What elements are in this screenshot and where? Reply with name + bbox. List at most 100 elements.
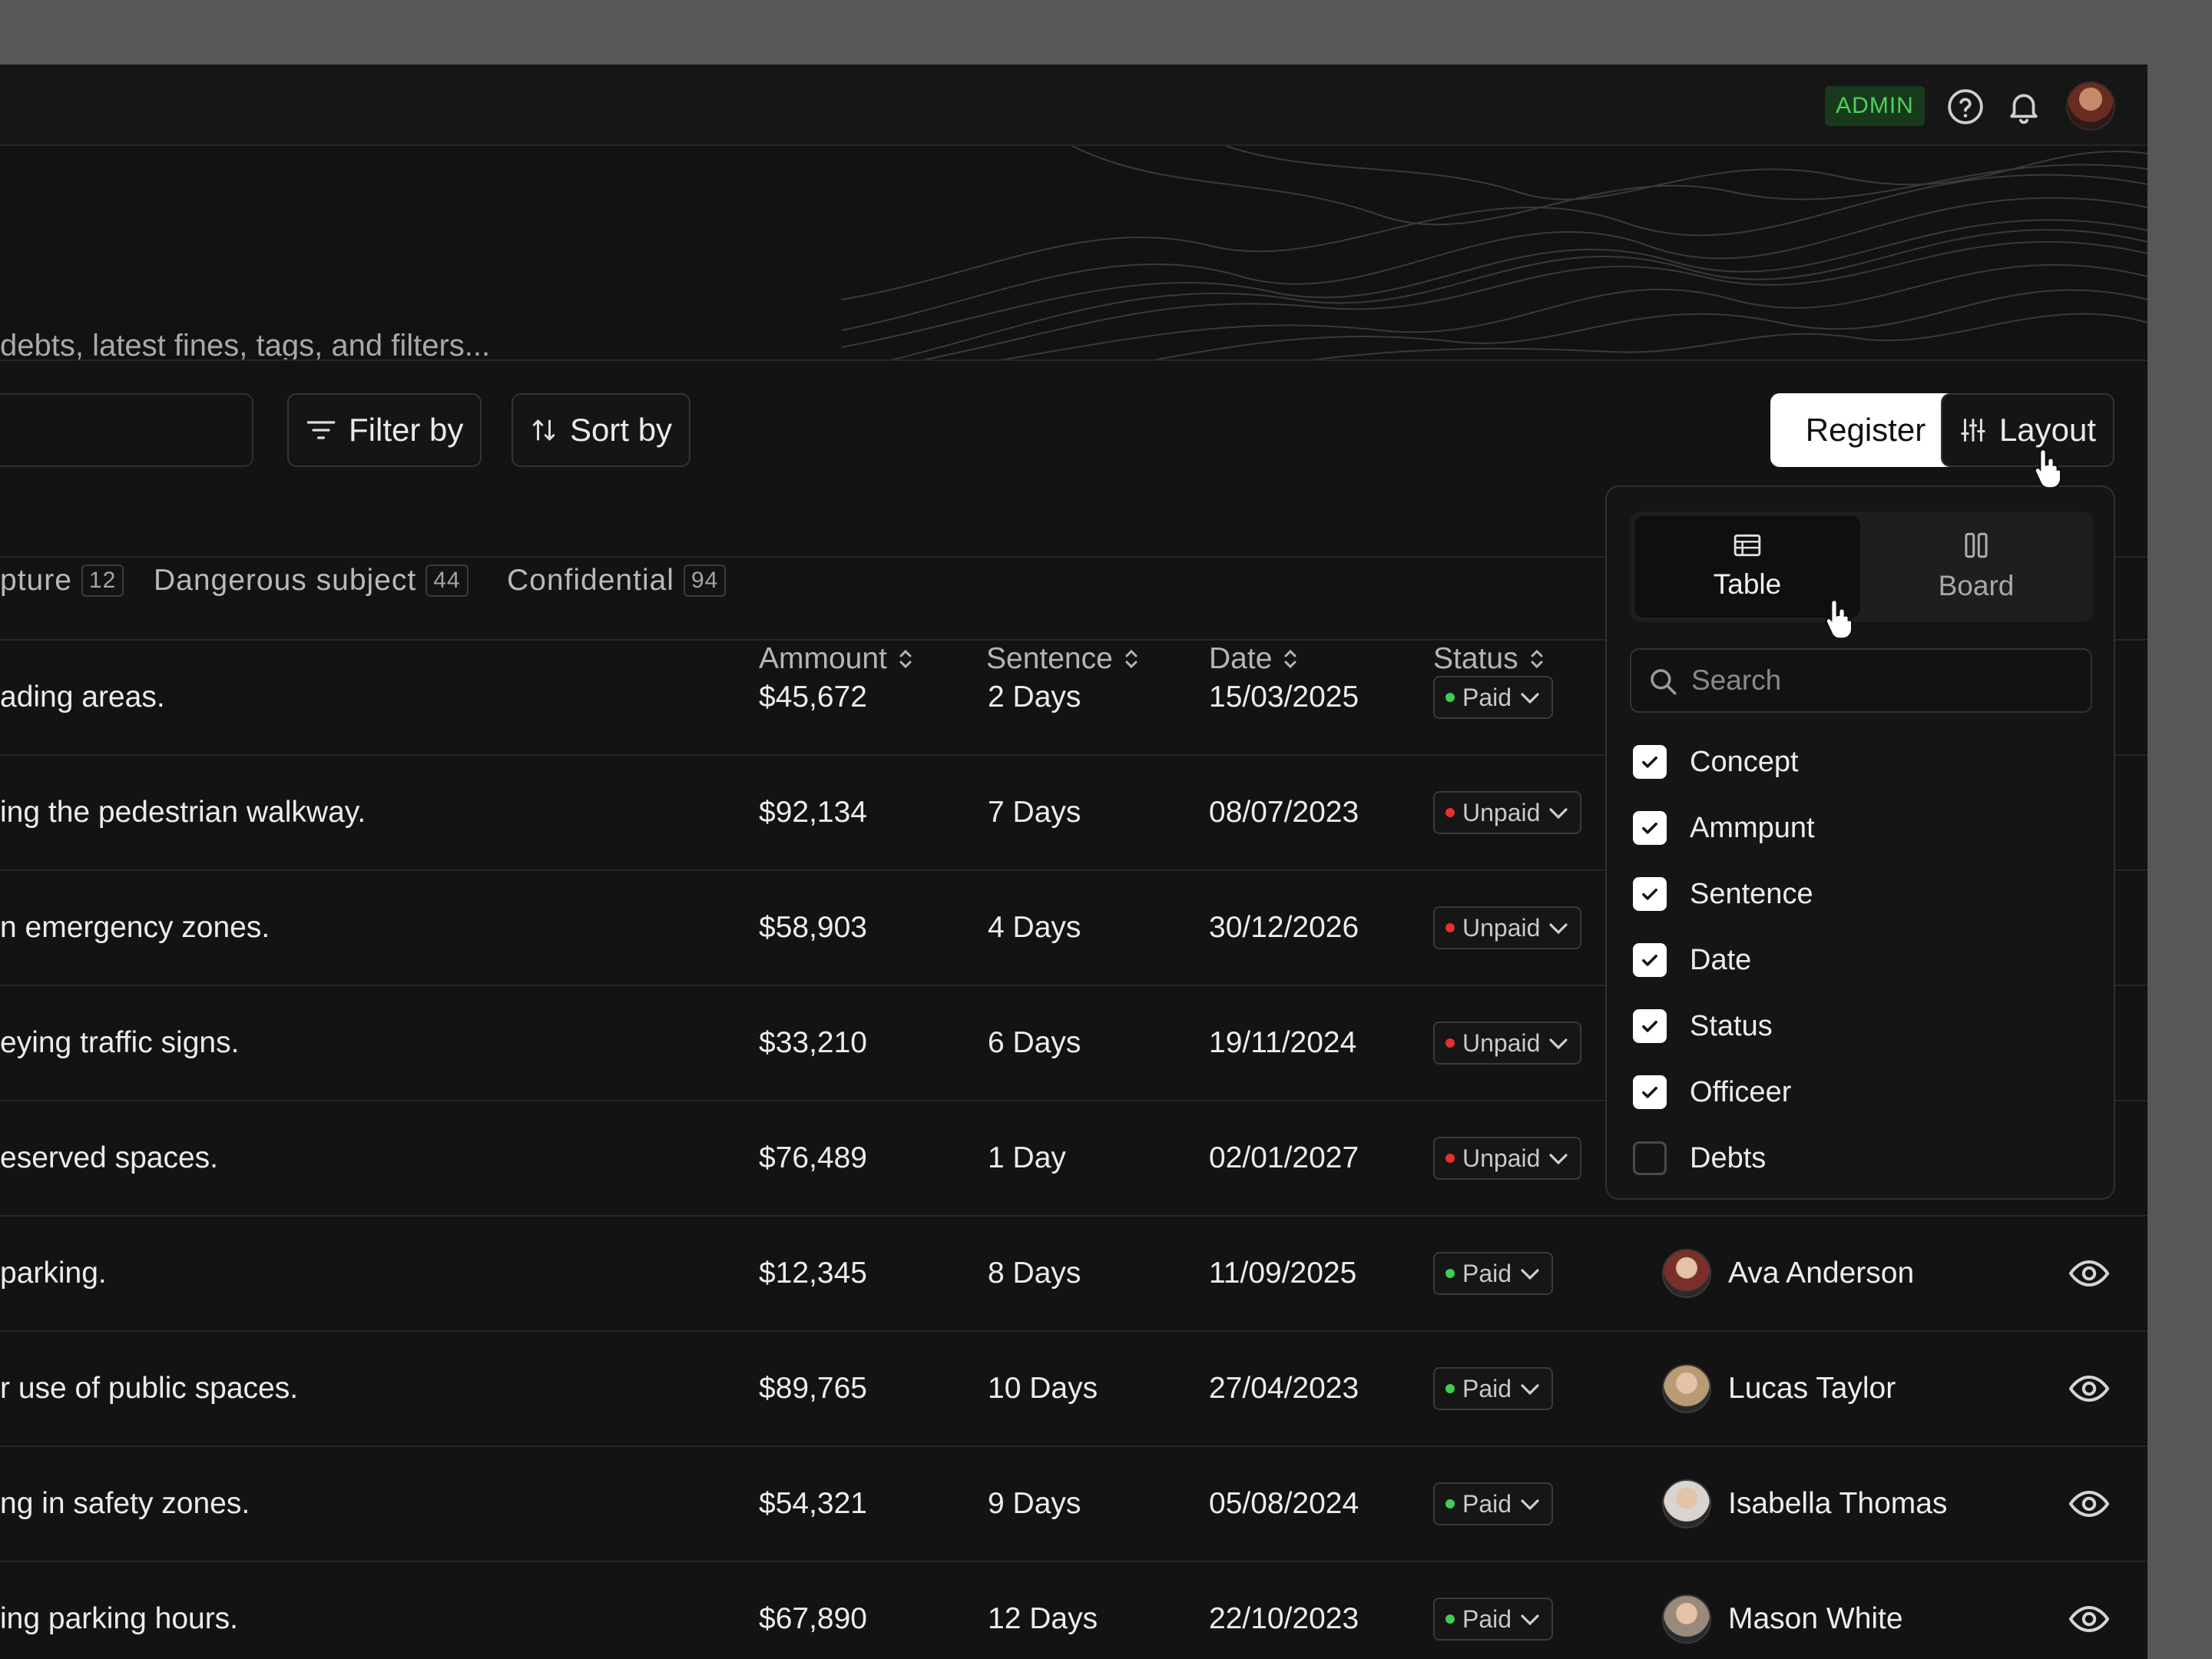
column-search-input[interactable]: Search <box>1630 648 2092 713</box>
check-icon <box>1642 1021 1657 1032</box>
table-row[interactable]: ng in safety zones. $54,321 9 Days 05/08… <box>0 1447 2147 1562</box>
sentence-cell: 2 Days <box>988 680 1081 714</box>
status-dot <box>1445 1154 1455 1163</box>
concept-cell: ing the pedestrian walkway. <box>0 796 366 829</box>
topographic-pattern <box>842 146 2147 359</box>
status-dropdown[interactable]: Unpaid <box>1433 791 1582 834</box>
officer-cell[interactable]: Lucas Taylor <box>1662 1364 1896 1413</box>
view-table-label: Table <box>1713 568 1782 600</box>
sort-button[interactable]: Sort by <box>512 393 691 467</box>
checkbox-checked[interactable] <box>1633 943 1667 977</box>
chevron-down-icon <box>1549 923 1568 935</box>
status-dot <box>1445 1499 1455 1508</box>
eye-icon[interactable] <box>2068 1258 2111 1289</box>
amount-cell: $45,672 <box>759 680 867 714</box>
status-dot <box>1445 693 1455 702</box>
user-avatar[interactable] <box>2066 81 2115 131</box>
tag-label: Dangerous subject <box>154 564 417 597</box>
date-cell: 08/07/2023 <box>1209 796 1359 829</box>
checkbox-checked[interactable] <box>1633 811 1667 845</box>
help-icon[interactable] <box>1946 88 1985 126</box>
filter-button[interactable]: Filter by <box>287 393 482 467</box>
column-option[interactable]: Date <box>1633 943 1751 977</box>
status-dot <box>1445 1269 1455 1278</box>
filter-label: Filter by <box>349 412 464 448</box>
hand-cursor-icon <box>1824 598 1853 639</box>
column-option[interactable]: Sentence <box>1633 877 1813 911</box>
amount-cell: $33,210 <box>759 1026 867 1059</box>
date-cell: 15/03/2025 <box>1209 680 1359 714</box>
layout-dropdown: Table Board Search Concept Ammpunt Sente… <box>1605 485 2115 1200</box>
checkbox-unchecked[interactable] <box>1633 1141 1667 1175</box>
status-dropdown[interactable]: Paid <box>1433 676 1554 719</box>
checkbox-checked[interactable] <box>1633 1075 1667 1109</box>
admin-badge: ADMIN <box>1825 86 1925 126</box>
search-input[interactable] <box>0 393 253 467</box>
option-label: Date <box>1690 943 1752 976</box>
column-option[interactable]: Ammpunt <box>1633 811 1815 845</box>
hand-cursor-icon <box>2033 448 2062 488</box>
tag-confidential[interactable]: Confidential 94 <box>507 564 727 598</box>
sentence-cell: 12 Days <box>988 1602 1098 1635</box>
concept-cell: n emergency zones. <box>0 911 270 944</box>
status-dot <box>1445 1384 1455 1393</box>
status-dot <box>1445 1038 1455 1048</box>
officer-name: Ava Anderson <box>1728 1257 1915 1290</box>
tag-capture[interactable]: pture 12 <box>0 564 124 598</box>
officer-cell[interactable]: Isabella Thomas <box>1662 1479 1947 1528</box>
table-row[interactable]: parking. $12,345 8 Days 11/09/2025 Paid … <box>0 1217 2147 1332</box>
checkbox-checked[interactable] <box>1633 745 1667 779</box>
status-dropdown[interactable]: Unpaid <box>1433 1137 1582 1180</box>
status-label: Unpaid <box>1462 1028 1541 1057</box>
layout-button[interactable]: Layout <box>1941 393 2114 467</box>
table-row[interactable]: ing parking hours. $67,890 12 Days 22/10… <box>0 1562 2147 1659</box>
status-dropdown[interactable]: Paid <box>1433 1367 1554 1410</box>
date-cell: 05/08/2024 <box>1209 1487 1359 1520</box>
sentence-cell: 8 Days <box>988 1257 1081 1290</box>
officer-name: Isabella Thomas <box>1728 1487 1948 1520</box>
table-row[interactable]: r use of public spaces. $89,765 10 Days … <box>0 1332 2147 1447</box>
checkbox-checked[interactable] <box>1633 1009 1667 1043</box>
eye-icon[interactable] <box>2068 1604 2111 1634</box>
hero-subtitle: debts, latest fines, tags, and filters..… <box>0 329 491 361</box>
date-cell: 30/12/2026 <box>1209 911 1359 944</box>
bell-icon[interactable] <box>2005 88 2043 126</box>
officer-cell[interactable]: Ava Anderson <box>1662 1249 1914 1298</box>
view-toggle: Table Board <box>1630 512 2094 622</box>
sliders-icon <box>1961 419 1985 442</box>
checkbox-checked[interactable] <box>1633 877 1667 911</box>
column-option[interactable]: Status <box>1633 1009 1773 1043</box>
tag-dangerous-subject[interactable]: Dangerous subject 44 <box>154 564 469 598</box>
amount-cell: $76,489 <box>759 1141 867 1174</box>
check-icon <box>1642 757 1657 768</box>
status-dropdown[interactable]: Paid <box>1433 1598 1554 1641</box>
date-cell: 27/04/2023 <box>1209 1372 1359 1405</box>
view-board-button[interactable]: Board <box>1863 516 2089 618</box>
tag-label: pture <box>0 564 72 597</box>
officer-cell[interactable]: Mason White <box>1662 1594 1903 1644</box>
column-option[interactable]: Concept <box>1633 745 1799 779</box>
search-icon <box>1651 669 1677 695</box>
status-label: Paid <box>1462 1604 1512 1633</box>
eye-icon[interactable] <box>2068 1373 2111 1404</box>
amount-cell: $92,134 <box>759 796 867 829</box>
option-label: Sentence <box>1690 877 1813 910</box>
concept-cell: eying traffic signs. <box>0 1026 240 1059</box>
chevron-down-icon <box>1549 1038 1568 1050</box>
eye-icon[interactable] <box>2068 1488 2111 1519</box>
status-dropdown[interactable]: Paid <box>1433 1482 1554 1525</box>
column-option[interactable]: Debts <box>1633 1141 1766 1175</box>
status-dropdown[interactable]: Unpaid <box>1433 1022 1582 1065</box>
sentence-cell: 7 Days <box>988 796 1081 829</box>
date-cell: 22/10/2023 <box>1209 1602 1359 1635</box>
amount-cell: $58,903 <box>759 911 867 944</box>
status-dropdown[interactable]: Paid <box>1433 1252 1554 1295</box>
status-label: Paid <box>1462 683 1512 711</box>
status-dropdown[interactable]: Unpaid <box>1433 906 1582 949</box>
check-icon <box>1642 1087 1657 1098</box>
register-button[interactable]: Register <box>1770 393 1961 467</box>
sort-icon <box>532 419 555 441</box>
column-option[interactable]: Officeer <box>1633 1075 1791 1109</box>
hero-banner: debts, latest fines, tags, and filters..… <box>0 146 2147 361</box>
table-icon <box>1734 534 1761 557</box>
